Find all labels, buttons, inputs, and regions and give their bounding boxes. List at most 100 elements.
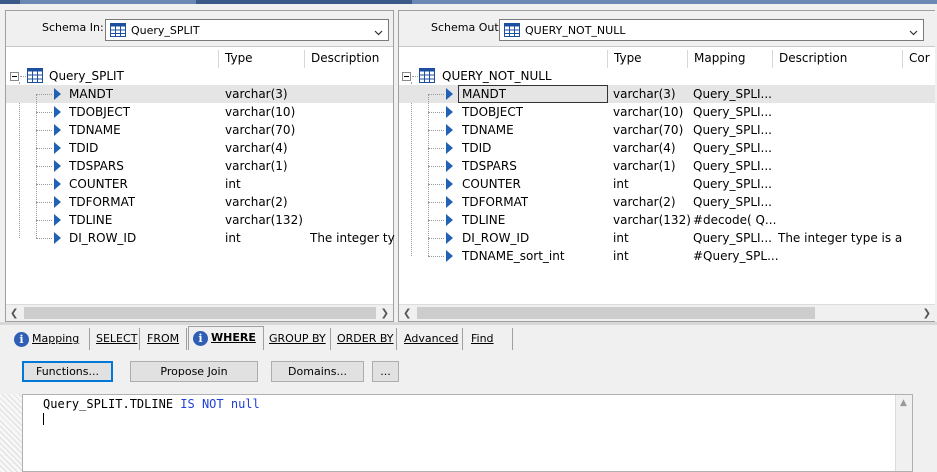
tab-select[interactable]: SELECT (92, 328, 140, 350)
field-mapping: #decode( Q... (693, 213, 777, 227)
scroll-left-icon[interactable]: ❮ (403, 308, 411, 319)
column-arrow-icon (54, 124, 61, 136)
field-type: int (613, 231, 629, 245)
column-arrow-icon (54, 196, 61, 208)
tree-root-row[interactable]: Query_SPLIT (6, 67, 393, 85)
schema-out-select[interactable]: QUERY_NOT_NULL (499, 19, 924, 41)
tab-advanced[interactable]: Advanced (400, 328, 463, 350)
field-type: varchar(2) (225, 195, 288, 209)
editor-vscrollbar[interactable]: ▲ (895, 395, 912, 471)
pane-splitter[interactable] (0, 322, 937, 325)
table-row[interactable]: DI_ROW_ID int Query_SPLI... The integer … (399, 229, 935, 247)
table-row[interactable]: COUNTER int (6, 175, 393, 193)
table-row[interactable]: TDID varchar(4) Query_SPLI... (399, 139, 935, 157)
column-header-type[interactable]: Type (218, 50, 304, 68)
field-type: int (225, 177, 241, 191)
table-row[interactable]: TDFORMAT varchar(2) Query_SPLI... (399, 193, 935, 211)
schema-out-bar: Schema Out: QUERY_NOT_NULL (399, 11, 935, 47)
field-mapping: Query_SPLI... (693, 141, 772, 155)
schema-in-bar: Schema In: Query_SPLIT (6, 11, 393, 47)
tab-label: SELECT (96, 332, 138, 345)
tree-root-row[interactable]: QUERY_NOT_NULL (399, 67, 935, 85)
field-type: varchar(10) (225, 105, 296, 119)
tree-line (36, 130, 52, 131)
tree-line (428, 94, 444, 95)
where-clause-editor[interactable]: Query_SPLIT.TDLINE IS NOT null ▲ (22, 394, 913, 472)
field-mapping: Query_SPLI... (693, 87, 772, 101)
field-name: DI_ROW_ID (69, 231, 137, 245)
field-type: varchar(10) (613, 105, 684, 119)
tab-find[interactable]: Find (467, 328, 513, 350)
column-arrow-icon (54, 214, 61, 226)
scroll-right-icon[interactable]: ❯ (923, 308, 931, 319)
table-row[interactable]: TDFORMAT varchar(2) (6, 193, 393, 211)
field-description: The integer type (310, 231, 395, 245)
table-row[interactable]: TDNAME_sort_int int #Query_SPL... (399, 247, 935, 265)
where-clause-text[interactable]: Query_SPLIT.TDLINE IS NOT null (43, 397, 260, 411)
field-mapping: #Query_SPL... (693, 249, 779, 263)
column-header-mapping[interactable]: Mapping (687, 50, 772, 68)
schema-in-select[interactable]: Query_SPLIT (105, 19, 389, 41)
column-arrow-icon (54, 160, 61, 172)
field-description: The integer type is a... (778, 231, 902, 245)
table-row[interactable]: COUNTER int Query_SPLI... (399, 175, 935, 193)
column-arrow-icon (446, 88, 453, 100)
info-icon: i (14, 331, 29, 347)
tab-label: GROUP BY (269, 332, 326, 345)
column-header-description[interactable]: Description (304, 50, 395, 68)
schema-out-column-header: Type Mapping Description Cor (399, 47, 935, 69)
schema-in-hscrollbar[interactable]: ❮ ❯ (6, 304, 393, 321)
column-header-cor[interactable]: Cor (902, 50, 936, 68)
table-row[interactable]: TDID varchar(4) (6, 139, 393, 157)
table-row[interactable]: TDSPARS varchar(1) Query_SPLI... (399, 157, 935, 175)
tab-label: ORDER BY (337, 332, 394, 345)
column-header-type[interactable]: Type (607, 50, 687, 68)
table-row[interactable]: TDNAME varchar(70) (6, 121, 393, 139)
table-row[interactable]: TDOBJECT varchar(10) (6, 103, 393, 121)
tree-line (428, 184, 444, 185)
table-row[interactable]: MANDT varchar(3) (6, 85, 393, 103)
scrollbar-thumb[interactable] (417, 307, 815, 319)
tab-where[interactable]: i WHERE (188, 326, 264, 350)
scroll-up-icon[interactable]: ▲ (900, 398, 907, 408)
table-row[interactable]: TDSPARS varchar(1) (6, 157, 393, 175)
scroll-right-icon[interactable]: ❯ (381, 308, 389, 319)
tab-group-by[interactable]: GROUP BY (265, 328, 331, 350)
table-row[interactable]: TDLINE varchar(132) #decode( Q... (399, 211, 935, 229)
tree-line (36, 94, 37, 238)
column-arrow-icon (446, 196, 453, 208)
chevron-down-icon[interactable] (374, 26, 383, 36)
field-name: TDSPARS (69, 159, 124, 173)
propose-join-button[interactable]: Propose Join (130, 361, 258, 382)
tab-mapping[interactable]: i Mapping (10, 328, 90, 350)
field-mapping: Query_SPLI... (693, 159, 772, 173)
scrollbar-thumb[interactable] (24, 307, 376, 319)
schema-out-hscrollbar[interactable]: ❮ ❯ (399, 304, 935, 321)
schema-in-column-header: Type Description (6, 47, 393, 69)
tree-line (428, 112, 444, 113)
field-name: COUNTER (462, 177, 521, 191)
table-row[interactable]: DI_ROW_ID int The integer type (6, 229, 395, 247)
chevron-down-icon[interactable] (909, 26, 918, 36)
functions-button[interactable]: Functions... (22, 361, 113, 382)
scroll-left-icon[interactable]: ❮ (10, 308, 18, 319)
table-icon (504, 23, 520, 40)
tab-label: Mapping (32, 332, 80, 345)
where-clause-keywords: IS NOT null (180, 397, 260, 411)
tree-line (36, 148, 52, 149)
field-type: int (225, 231, 241, 245)
column-header-description[interactable]: Description (772, 50, 902, 68)
tab-from[interactable]: FROM (143, 328, 187, 350)
domains-button[interactable]: Domains... (271, 361, 364, 382)
table-row[interactable]: TDOBJECT varchar(10) Query_SPLI... (399, 103, 935, 121)
more-button[interactable]: ... (372, 361, 399, 382)
tab-order-by[interactable]: ORDER BY (333, 328, 397, 350)
field-type: varchar(1) (225, 159, 288, 173)
field-type: varchar(1) (613, 159, 676, 173)
tab-label: FROM (147, 332, 180, 345)
field-name: TDFORMAT (69, 195, 136, 209)
tree-line (428, 94, 429, 256)
table-row[interactable]: TDLINE varchar(132) (6, 211, 393, 229)
table-row[interactable]: TDNAME varchar(70) Query_SPLI... (399, 121, 935, 139)
column-arrow-icon (54, 88, 61, 100)
